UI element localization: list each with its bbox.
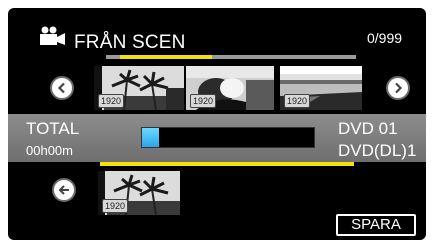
camera-scene-icon [40,26,65,45]
previous-scene-button[interactable] [50,76,74,100]
status-band: TOTAL 00h00m DVD 01 DVD(DL)1 [8,114,426,162]
resolution-badge: 1920 [190,94,217,108]
timeline-position [120,55,212,59]
resolution-badge: 1920 [284,94,311,108]
resolution-badge: 1920 [98,94,125,108]
selection-divider [100,162,354,166]
scene-thumbnail[interactable]: 1920 [94,66,184,110]
scene-thumbnail[interactable]: 1920 [186,66,274,110]
scene-strip: 1920 1920 1920 [94,66,364,110]
disc-capacity-bar [141,127,315,148]
disc-count-dvd: DVD 01 [338,119,398,138]
timeline-track [106,55,356,59]
total-time: 00h00m [26,143,73,158]
save-button[interactable]: SPARA [336,214,416,236]
scene-thumbnail[interactable]: 1920 [280,66,362,110]
chevron-left-icon [57,82,65,94]
chevron-right-icon [395,82,403,94]
header: FRÅN SCEN 0/999 [8,8,426,58]
selected-scenes: 1920 [98,171,180,215]
resolution-badge: 1920 [102,199,129,213]
screen: FRÅN SCEN 0/999 1920 1920 1920 TOTAL 00h… [8,8,426,240]
selected-thumbnail[interactable]: 1920 [98,171,180,215]
disc-capacity-fill [142,128,160,147]
remove-scene-button[interactable] [52,178,76,202]
next-scene-button[interactable] [386,76,410,100]
page-title: FRÅN SCEN [74,32,186,53]
disc-count-dvd-dl: DVD(DL)1 [338,141,417,160]
arrow-left-icon [58,185,69,195]
scene-counter: 0/999 [367,30,403,46]
total-label: TOTAL [26,119,80,138]
